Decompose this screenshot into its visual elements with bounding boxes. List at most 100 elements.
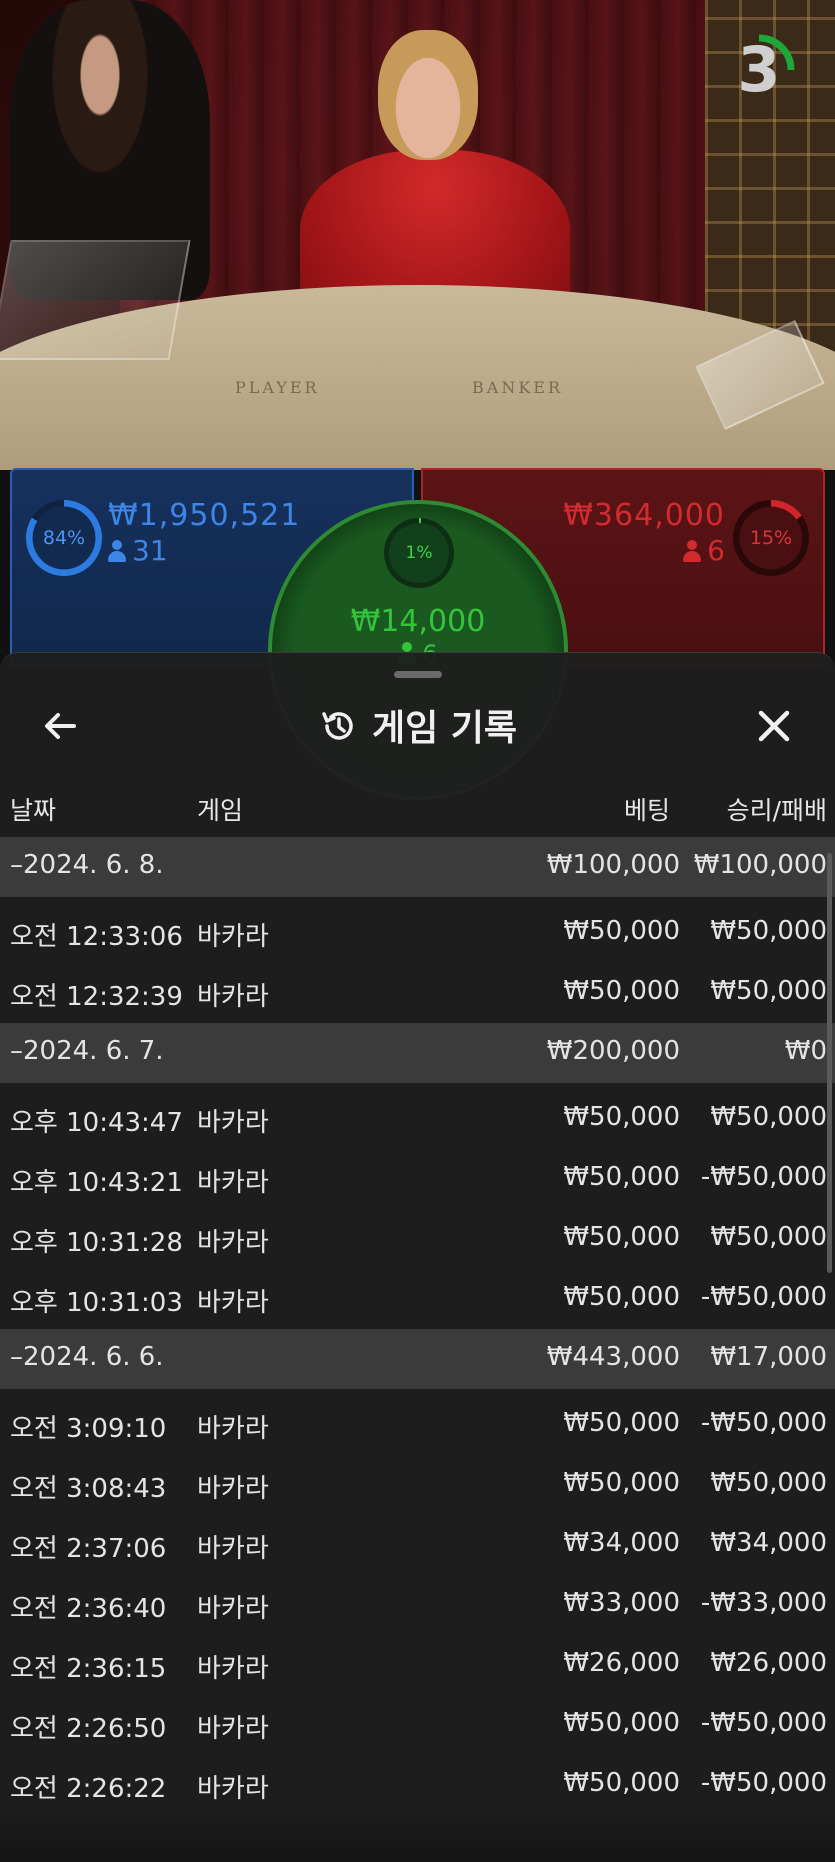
history-list: –2024. 6. 8. ₩100,000 ₩100,000 오전 12:33:…	[0, 837, 835, 1815]
row-time: 오후 10:31:03	[10, 1288, 183, 1318]
row-bet: ₩50,000	[563, 1282, 680, 1312]
person-icon	[108, 540, 126, 562]
sheet-grab-handle[interactable]	[394, 671, 442, 678]
card-shoe	[0, 240, 191, 360]
dealer-head	[378, 30, 478, 160]
row-bet: ₩50,000	[563, 1708, 680, 1738]
row-result: -₩50,000	[700, 1768, 827, 1798]
row-time: 오후 10:31:28	[10, 1228, 183, 1258]
history-row[interactable]: 오전 3:09:10 바카라 ₩50,000 -₩50,000	[0, 1395, 835, 1455]
column-game: 게임	[197, 796, 244, 825]
row-game: 바카라	[197, 1774, 269, 1804]
date-group-header[interactable]: –2024. 6. 8. ₩100,000 ₩100,000	[0, 837, 835, 897]
row-bet: ₩50,000	[563, 1408, 680, 1438]
tie-bet-amount: ₩14,000	[350, 604, 486, 639]
column-bet: 베팅	[623, 796, 670, 825]
tie-percent-ring: 1%	[384, 518, 454, 588]
player-bet-amount: ₩1,950,521	[108, 498, 301, 533]
row-result: -₩50,000	[700, 1708, 827, 1738]
table-label-banker: BANKER	[472, 378, 563, 397]
banker-bettor-count: 6	[707, 534, 725, 567]
group-total-result: ₩0	[784, 1036, 827, 1066]
row-time: 오전 2:36:40	[10, 1594, 167, 1624]
row-game: 바카라	[197, 1534, 269, 1564]
banker-bet-amount: ₩364,000	[563, 498, 725, 533]
date-group-header[interactable]: –2024. 6. 7. ₩200,000 ₩0	[0, 1023, 835, 1083]
history-scrollbar[interactable]	[827, 853, 832, 1273]
row-time: 오전 2:26:22	[10, 1774, 167, 1804]
row-bet: ₩50,000	[563, 1162, 680, 1192]
row-game: 바카라	[197, 1714, 269, 1744]
row-game: 바카라	[197, 922, 269, 952]
history-row[interactable]: 오전 2:36:15 바카라 ₩26,000 ₩26,000	[0, 1635, 835, 1695]
row-time: 오전 3:08:43	[10, 1474, 167, 1504]
row-result: ₩50,000	[710, 1222, 827, 1252]
row-game: 바카라	[197, 1108, 269, 1138]
row-bet: ₩33,000	[563, 1588, 680, 1618]
row-result: -₩50,000	[700, 1282, 827, 1312]
history-row[interactable]: 오전 3:08:43 바카라 ₩50,000 ₩50,000	[0, 1455, 835, 1515]
row-result: ₩50,000	[710, 1468, 827, 1498]
sheet-title: 게임 기록	[371, 708, 517, 749]
person-icon	[683, 540, 702, 562]
column-date: 날짜	[10, 796, 57, 825]
date-group-header[interactable]: –2024. 6. 6. ₩443,000 ₩17,000	[0, 1329, 835, 1389]
player-bettor-count-wrap: 31	[108, 534, 168, 567]
row-time: 오전 12:32:39	[10, 982, 183, 1012]
column-result: 승리/패배	[726, 796, 827, 825]
row-time: 오전 3:09:10	[10, 1414, 167, 1444]
group-date: –2024. 6. 7.	[10, 1036, 164, 1066]
row-result: ₩34,000	[710, 1528, 827, 1558]
row-game: 바카라	[197, 982, 269, 1012]
group-date: –2024. 6. 6.	[10, 1342, 164, 1372]
row-bet: ₩34,000	[563, 1528, 680, 1558]
history-row[interactable]: 오후 10:31:28 바카라 ₩50,000 ₩50,000	[0, 1209, 835, 1269]
row-bet: ₩50,000	[563, 916, 680, 946]
row-game: 바카라	[197, 1288, 269, 1318]
countdown-value: 3	[737, 33, 781, 106]
player-bettor-count: 31	[132, 534, 168, 567]
row-time: 오전 2:37:06	[10, 1534, 167, 1564]
group-total-result: ₩17,000	[710, 1342, 827, 1372]
row-game: 바카라	[197, 1414, 269, 1444]
row-result: -₩50,000	[700, 1408, 827, 1438]
row-game: 바카라	[197, 1654, 269, 1684]
player-percent: 84%	[42, 527, 86, 549]
history-row[interactable]: 오전 2:37:06 바카라 ₩34,000 ₩34,000	[0, 1515, 835, 1575]
game-history-sheet: 게임 기록 날짜 게임 베팅 승리/패배 –2024. 6. 8. ₩100,0…	[0, 652, 835, 1862]
row-result: ₩50,000	[710, 916, 827, 946]
history-icon	[322, 712, 353, 740]
bottom-fade	[0, 1802, 835, 1862]
row-time: 오전 2:36:15	[10, 1654, 167, 1684]
row-bet: ₩50,000	[563, 1222, 680, 1252]
history-column-header: 날짜 게임 베팅 승리/패배	[0, 783, 835, 833]
row-bet: ₩50,000	[563, 1468, 680, 1498]
group-total-bet: ₩100,000	[546, 850, 680, 880]
history-row[interactable]: 오전 12:33:06 바카라 ₩50,000 ₩50,000	[0, 903, 835, 963]
close-button[interactable]	[749, 701, 799, 751]
history-row[interactable]: 오후 10:31:03 바카라 ₩50,000 -₩50,000	[0, 1269, 835, 1329]
row-game: 바카라	[197, 1474, 269, 1504]
row-result: -₩33,000	[700, 1588, 827, 1618]
history-row[interactable]: 오후 10:43:21 바카라 ₩50,000 -₩50,000	[0, 1149, 835, 1209]
tie-percent: 1%	[405, 543, 433, 563]
row-game: 바카라	[197, 1168, 269, 1198]
close-icon	[758, 710, 790, 742]
group-date: –2024. 6. 8.	[10, 850, 164, 880]
history-row[interactable]: 오전 12:32:39 바카라 ₩50,000 ₩50,000	[0, 963, 835, 1023]
row-bet: ₩50,000	[563, 976, 680, 1006]
row-time: 오후 10:43:21	[10, 1168, 183, 1198]
row-result: -₩50,000	[700, 1162, 827, 1192]
row-time: 오전 12:33:06	[10, 922, 183, 952]
player-percent-ring: 84%	[26, 500, 102, 576]
row-result: ₩26,000	[710, 1648, 827, 1678]
history-row[interactable]: 오후 10:43:47 바카라 ₩50,000 ₩50,000	[0, 1089, 835, 1149]
group-total-bet: ₩443,000	[546, 1342, 680, 1372]
banker-bettor-count-wrap: 6	[683, 534, 725, 567]
sheet-header: 게임 기록	[0, 693, 835, 763]
row-result: ₩50,000	[710, 976, 827, 1006]
history-row[interactable]: 오전 2:26:50 바카라 ₩50,000 -₩50,000	[0, 1695, 835, 1755]
row-result: ₩50,000	[710, 1102, 827, 1132]
history-row[interactable]: 오전 2:36:40 바카라 ₩33,000 -₩33,000	[0, 1575, 835, 1635]
banker-percent-ring: 15%	[733, 500, 809, 576]
